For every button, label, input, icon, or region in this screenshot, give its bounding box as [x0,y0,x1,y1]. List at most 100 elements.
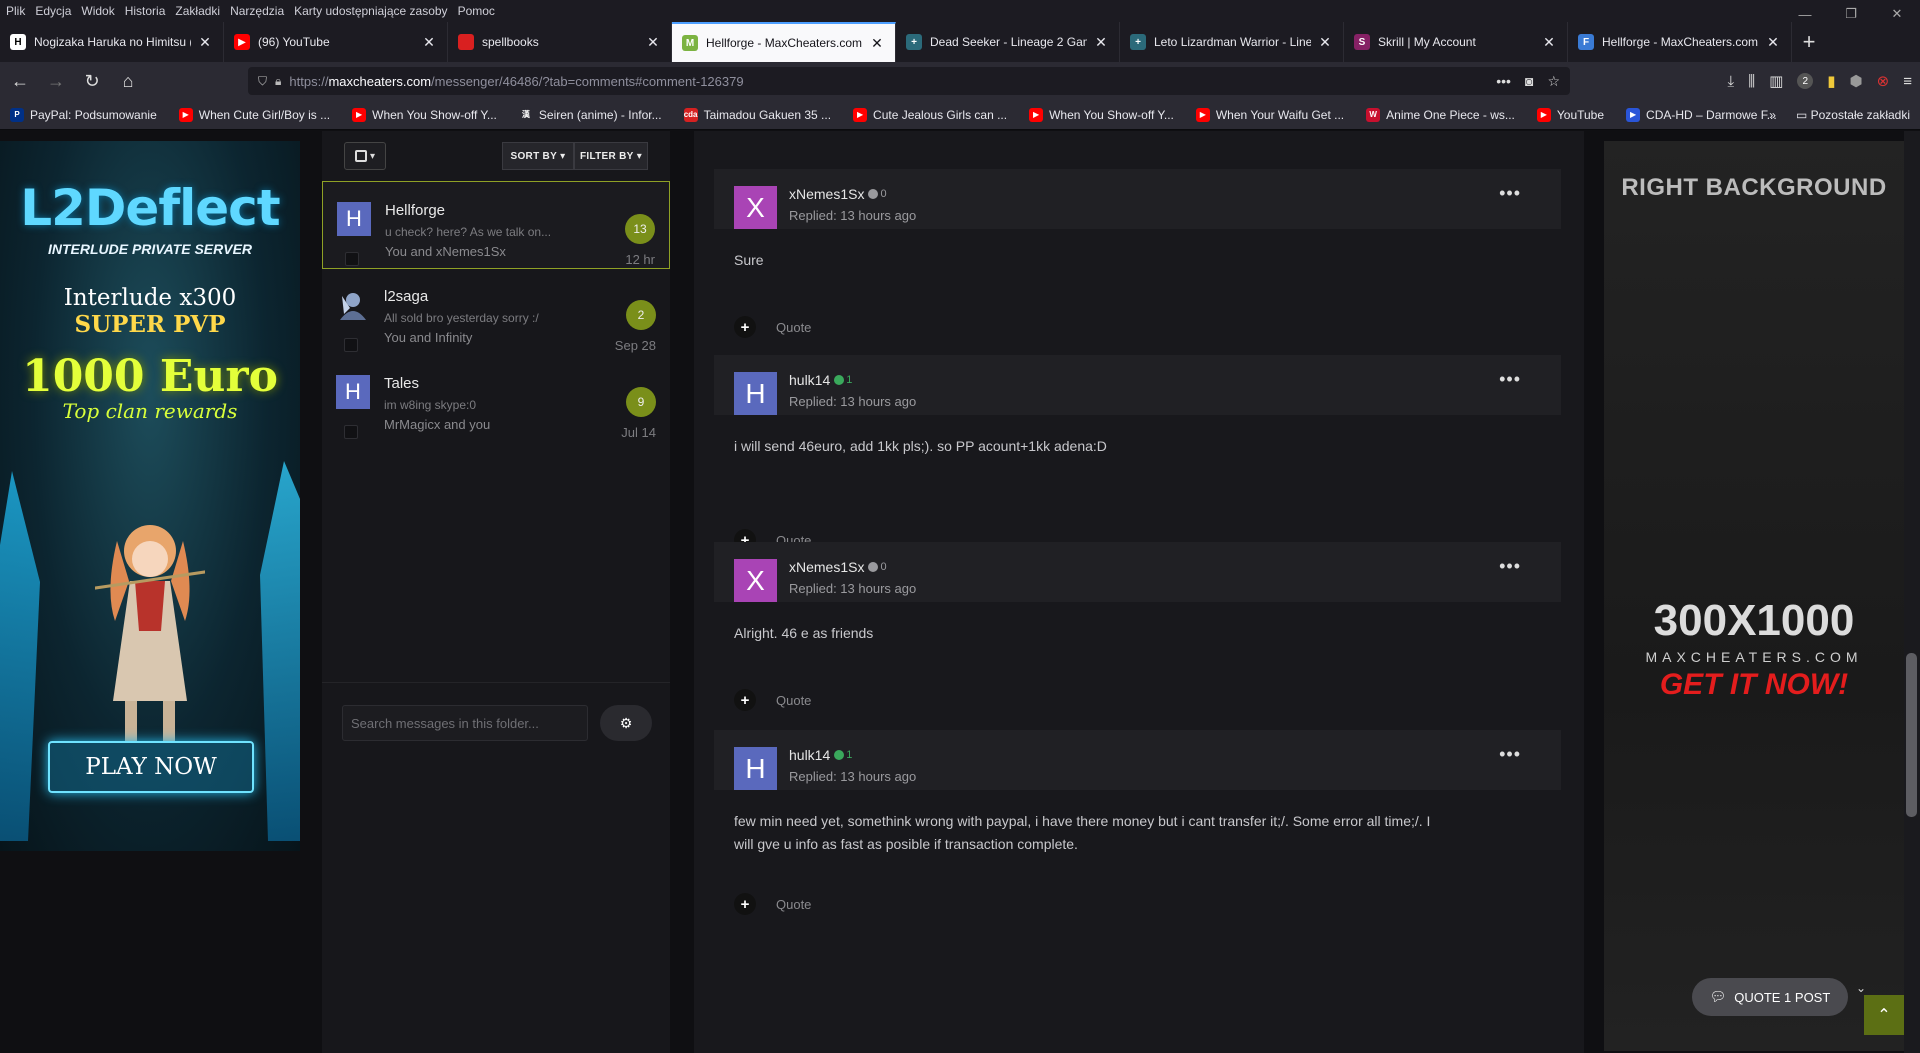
adblock-icon[interactable]: ⬢ [1850,72,1863,90]
menu-item[interactable]: Zakładki [175,4,220,18]
close-tab-icon[interactable]: ✕ [869,35,885,52]
browser-tab[interactable]: ▶ (96) YouTube ✕ [224,22,448,62]
conversation-item[interactable]: H Tales im w8ing skype:0 MrMagicx and you 9 J… [322,355,670,442]
reload-icon[interactable]: ↻ [76,65,108,97]
close-tab-icon[interactable]: ✕ [421,34,437,51]
left-ad-banner[interactable]: L2Deflect INTERLUDE PRIVATE SERVER Inter… [0,141,300,851]
comment-author[interactable]: hulk14 [789,747,830,763]
reputation-badge[interactable]: 1 [834,374,852,386]
avatar[interactable]: X [734,186,777,229]
comment-author[interactable]: xNemes1Sx [789,559,864,575]
plus-icon[interactable]: + [734,689,756,711]
hamburger-menu-icon[interactable]: ≡ [1903,73,1912,90]
comment-author[interactable]: xNemes1Sx [789,186,864,202]
browser-tab[interactable]: H Nogizaka Haruka no Himitsu (a ✕ [0,22,224,62]
quote-action[interactable]: + Quote [734,893,811,915]
bookmark-item[interactable]: ▶ YouTube [1536,107,1604,122]
bookmark-item[interactable]: ▶ Cute Jealous Girls can ... [853,107,1007,122]
menu-item[interactable]: Pomoc [458,4,495,18]
quote-label[interactable]: Quote [776,320,811,335]
bookmark-item[interactable]: ▶ When Your Waifu Get ... [1195,107,1344,122]
shield-icon[interactable]: ⛉ [258,74,267,89]
back-to-top-button[interactable]: ⌃ [1864,995,1904,1035]
conversation-checkbox[interactable] [344,338,358,352]
scrollbar-track[interactable] [1904,131,1920,1053]
browser-tab[interactable]: S Skrill | My Account ✕ [1344,22,1568,62]
comment-author[interactable]: hulk14 [789,372,830,388]
search-settings-button[interactable]: ⚙ [600,705,652,741]
close-tab-icon[interactable]: ✕ [1317,34,1333,51]
browser-tab[interactable]: + Leto Lizardman Warrior - Linea ✕ [1120,22,1344,62]
menu-item[interactable]: Edycja [35,4,71,18]
address-bar[interactable]: ⛉ 🔒︎ https://maxcheaters.com/messenger/4… [248,67,1570,95]
quote-post-button[interactable]: 💬︎ QUOTE 1 POST [1692,978,1848,1016]
more-options-icon[interactable]: ••• [1499,369,1521,390]
quote-label[interactable]: Quote [776,897,811,912]
close-tab-icon[interactable]: ✕ [197,34,213,51]
conversation-item[interactable]: H Hellforge u check? here? As we talk on..… [322,181,670,269]
reputation-badge[interactable]: 0 [868,561,887,573]
plus-icon[interactable]: + [734,316,756,338]
home-icon[interactable]: ⌂ [112,65,144,97]
bookmark-item[interactable]: ▶ CDA-HD – Darmowe F... [1626,107,1777,122]
bookmark-star-icon[interactable]: ☆ [1547,73,1560,90]
browser-tab[interactable]: F Hellforge - MaxCheaters.com | ✕ [1568,22,1792,62]
other-bookmarks[interactable]: ▭ Pozostałe zakładki [1796,108,1910,122]
reputation-badge[interactable]: 1 [834,749,852,761]
menu-item[interactable]: Plik [6,4,25,18]
right-ad-banner[interactable]: RIGHT BACKGROUND 300X1000 MAXCHEATERS.CO… [1604,141,1904,1051]
conversation-item[interactable]: l2saga All sold bro yesterday sorry :/ You… [322,268,670,355]
bookmark-item[interactable]: ▶ When You Show-off Y... [1029,107,1174,122]
more-bookmarks-icon[interactable]: » [1769,108,1776,122]
avatar[interactable]: H [734,747,777,790]
bookmark-item[interactable]: cda Taimadou Gakuen 35 ... [683,107,831,122]
chevron-down-icon[interactable]: ⌄ [1856,981,1866,995]
back-icon[interactable]: ← [4,65,36,97]
extension-icon[interactable]: ▮ [1827,72,1835,90]
bookmark-item[interactable]: 漢 Seiren (anime) - Infor... [518,107,662,122]
more-options-icon[interactable]: ••• [1499,556,1521,577]
quote-action[interactable]: + Quote [734,689,811,711]
conversation-name[interactable]: l2saga [384,288,428,305]
bookmark-item[interactable]: ▶ When You Show-off Y... [352,107,497,122]
close-tab-icon[interactable]: ✕ [1765,34,1781,51]
conversation-checkbox[interactable] [344,425,358,439]
library-icon[interactable]: ⫼ [1748,73,1755,90]
conversation-checkbox[interactable] [345,252,359,266]
browser-tab[interactable]: + Dead Seeker - Lineage 2 Game I ✕ [896,22,1120,62]
avatar[interactable]: X [734,559,777,602]
close-tab-icon[interactable]: ✕ [1093,34,1109,51]
more-options-icon[interactable]: ••• [1499,744,1521,765]
close-tab-icon[interactable]: ✕ [645,34,661,51]
page-actions-icon[interactable]: ••• [1496,73,1511,90]
menu-item[interactable]: Historia [125,4,166,18]
scrollbar-thumb[interactable] [1906,653,1917,817]
browser-tab[interactable]: M Hellforge - MaxCheaters.com | ✕ [672,22,896,62]
plus-icon[interactable]: + [734,893,756,915]
lock-icon[interactable]: 🔒︎ [275,74,281,89]
conversation-name[interactable]: Hellforge [385,202,445,219]
bookmark-item[interactable]: P PayPal: Podsumowanie [10,107,157,122]
more-options-icon[interactable]: ••• [1499,183,1521,204]
quote-label[interactable]: Quote [776,693,811,708]
browser-tab[interactable]: spellbooks ✕ [448,22,672,62]
pocket-icon[interactable]: ◙ [1525,73,1533,90]
avatar[interactable]: H [734,372,777,415]
menu-item[interactable]: Narzędzia [230,4,284,18]
avatar[interactable] [336,288,370,322]
reputation-badge[interactable]: 0 [868,188,887,200]
sidebar-icon[interactable]: ▥ [1769,72,1783,90]
quote-action[interactable]: + Quote [734,316,811,338]
avatar[interactable]: H [336,375,370,409]
sort-by-button[interactable]: SORT BY ▾ [502,142,574,170]
bookmark-item[interactable]: ▶ When Cute Girl/Boy is ... [178,107,330,122]
bookmark-item[interactable]: W Anime One Piece - ws... [1366,107,1515,122]
menu-item[interactable]: Karty udostępniające zasoby [294,4,447,18]
play-now-button[interactable]: PLAY NOW [48,741,254,793]
avatar[interactable]: H [337,202,371,236]
new-tab-icon[interactable]: + [1792,22,1826,62]
download-icon[interactable]: ⤓ [1728,73,1735,90]
close-tab-icon[interactable]: ✕ [1541,34,1557,51]
select-all-button[interactable]: ▾ [344,142,386,170]
filter-by-button[interactable]: FILTER BY ▾ [574,142,648,170]
